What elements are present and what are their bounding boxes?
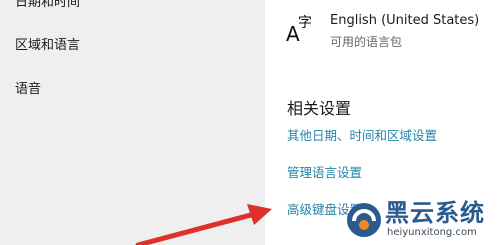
language-status: 可用的语言包	[330, 35, 403, 49]
content-pane: A字 English (United States) 可用的语言包 相关设置 其…	[265, 0, 500, 245]
nav-item-speech[interactable]: 语音	[15, 78, 41, 97]
language-icon: A字	[286, 15, 312, 46]
navigation-pane: 日期和时间 区域和语言 语音	[0, 0, 265, 245]
nav-item-date-time[interactable]: 日期和时间	[15, 0, 80, 10]
link-additional-date-time-region[interactable]: 其他日期、时间和区域设置	[287, 125, 437, 144]
related-settings-heading: 相关设置	[287, 99, 352, 118]
language-name[interactable]: English (United States)	[330, 13, 479, 28]
link-administrative-language[interactable]: 管理语言设置	[287, 162, 362, 181]
link-advanced-keyboard[interactable]: 高级键盘设置	[287, 199, 362, 218]
nav-item-region-language[interactable]: 区域和语言	[15, 34, 80, 53]
